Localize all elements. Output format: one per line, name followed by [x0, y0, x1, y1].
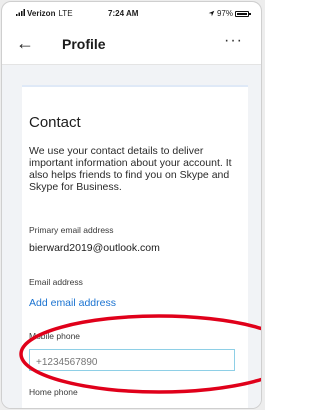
primary-email-value: bierward2019@outlook.com	[29, 242, 160, 254]
mobile-phone-input[interactable]	[29, 349, 235, 371]
profile-content: Contact We use your contact details to d…	[2, 65, 261, 408]
network-type: LTE	[58, 9, 73, 18]
page-title: Profile	[62, 36, 106, 52]
add-email-link[interactable]: Add email address	[29, 297, 116, 309]
section-heading: Contact	[29, 114, 81, 131]
contact-card: Contact We use your contact details to d…	[19, 85, 261, 408]
mobile-phone-label: Mobile phone	[29, 331, 81, 341]
back-arrow-icon[interactable]: ←	[16, 34, 34, 52]
home-phone-label: Home phone	[29, 387, 78, 397]
nav-bar: ← Profile ···	[2, 24, 261, 65]
carrier-name: Verizon	[27, 9, 56, 18]
status-bar: Verizon LTE 7:24 AM 97%	[2, 2, 261, 24]
section-description: We use your contact details to deliver i…	[29, 145, 232, 193]
email-label: Email address	[29, 277, 83, 287]
signal-bars-icon	[16, 9, 25, 16]
primary-email-label: Primary email address	[29, 225, 114, 235]
status-time: 7:24 AM	[108, 9, 139, 18]
carrier-info: Verizon LTE	[16, 9, 73, 18]
status-right: 97%	[208, 9, 251, 18]
screen-frame: Verizon LTE 7:24 AM 97% ← Profile ··· Con…	[0, 0, 265, 410]
battery-percent: 97%	[216, 9, 233, 18]
location-arrow-icon	[208, 10, 215, 17]
device-screen: Verizon LTE 7:24 AM 97% ← Profile ··· Con…	[1, 1, 262, 409]
more-options-icon[interactable]: ···	[224, 32, 243, 50]
battery-icon	[235, 10, 251, 17]
